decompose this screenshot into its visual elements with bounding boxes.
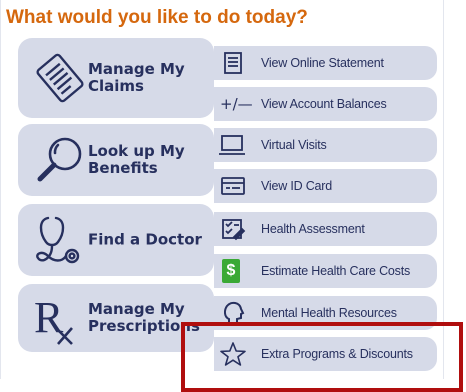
link-label-view-id-card: View ID Card [261, 179, 333, 193]
link-label-view-online-statement: View Online Statement [261, 56, 384, 70]
manage-claims-tile[interactable]: Manage My Claims [18, 38, 214, 118]
dollar-icon: $ [222, 259, 240, 283]
look-up-benefits-label: Look up My Benefits [88, 142, 185, 177]
highlight-box [181, 322, 463, 392]
link-label-virtual-visits: Virtual Visits [261, 138, 327, 152]
magnifying-glass-icon [37, 137, 82, 182]
link-view-id-card[interactable]: View ID Card [214, 169, 437, 203]
link-estimate-health-care-costs[interactable]: $ Estimate Health Care Costs [214, 254, 437, 288]
link-virtual-visits[interactable]: Virtual Visits [214, 128, 437, 162]
laptop-icon [219, 135, 245, 155]
document-list-icon [36, 53, 84, 103]
link-label-health-assessment: Health Assessment [261, 222, 365, 236]
page-title: What would you like to do today? [6, 7, 308, 28]
link-health-assessment[interactable]: Health Assessment [214, 212, 437, 246]
link-view-online-statement[interactable]: View Online Statement [214, 46, 437, 80]
find-a-doctor-tile[interactable]: Find a Doctor [18, 204, 214, 276]
look-up-benefits-tile[interactable]: Look up My Benefits [18, 124, 214, 196]
find-a-doctor-label: Find a Doctor [88, 230, 202, 249]
link-label-estimate-health-care-costs: Estimate Health Care Costs [261, 264, 411, 278]
plus-minus-icon: +/— [220, 95, 253, 113]
checklist-icon [222, 219, 246, 241]
statement-icon [224, 52, 242, 74]
manage-claims-label: Manage My Claims [88, 60, 185, 95]
link-view-account-balances[interactable]: +/— View Account Balances [214, 87, 437, 121]
rx-glyph: R [34, 293, 64, 342]
rx-icon: R [34, 293, 73, 345]
link-label-view-account-balances: View Account Balances [261, 97, 387, 111]
id-card-icon [221, 177, 245, 195]
stethoscope-icon [36, 216, 80, 264]
link-label-mental-health-resources: Mental Health Resources [261, 306, 397, 320]
